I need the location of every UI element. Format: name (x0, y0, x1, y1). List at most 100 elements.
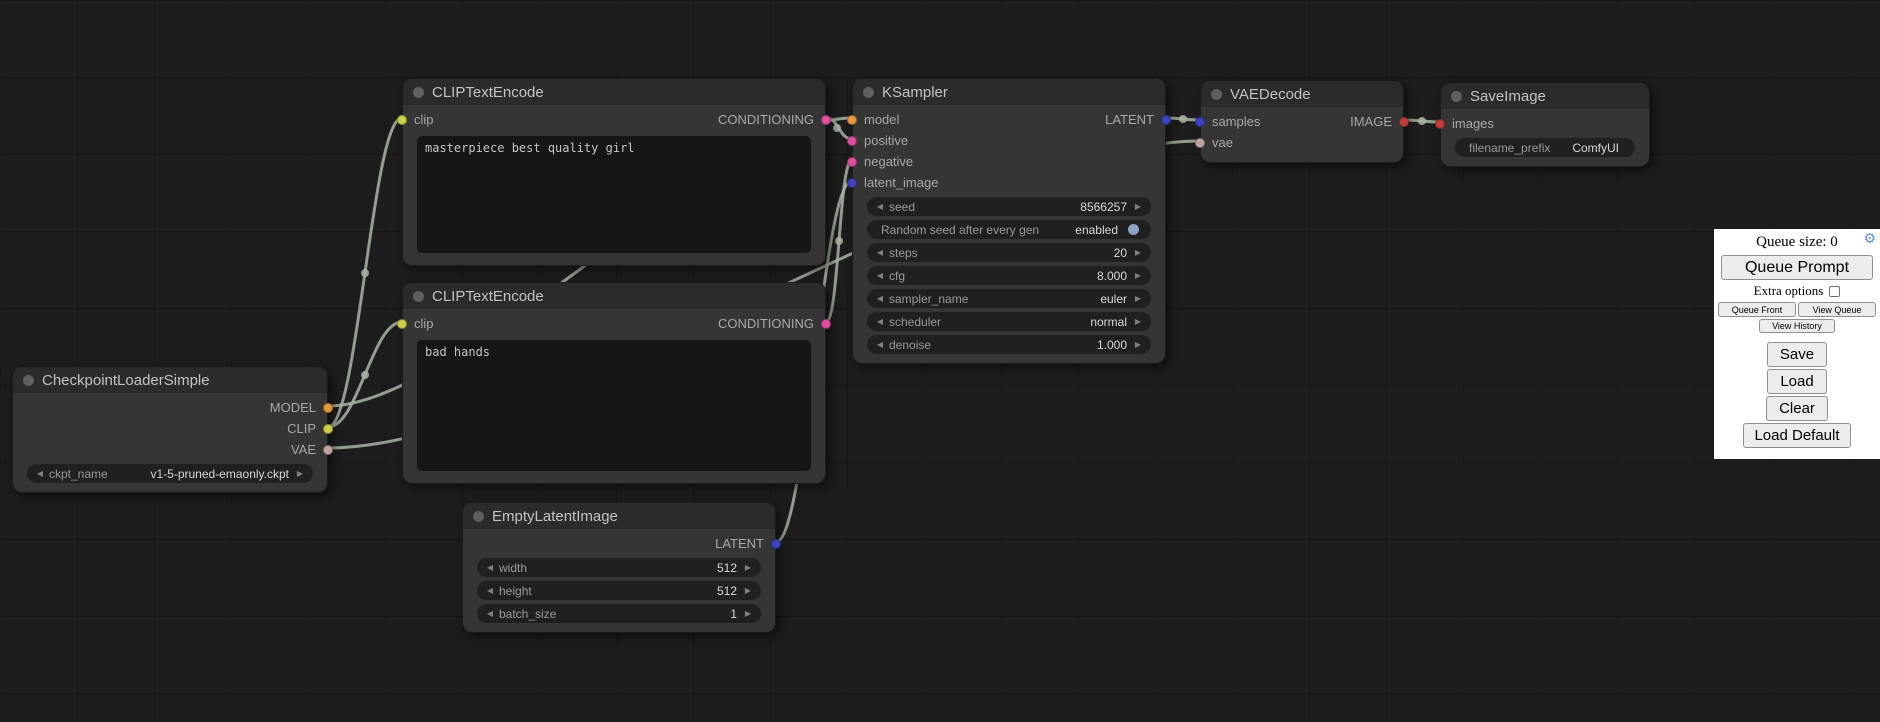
node-empty-latent-image[interactable]: EmptyLatentImage LATENT width 512 height… (462, 502, 776, 633)
node-checkpoint-loader[interactable]: CheckpointLoaderSimple MODEL CLIP VAE ck… (12, 366, 328, 493)
node-title: SaveImage (1470, 88, 1546, 105)
decrement-arrow-icon[interactable] (873, 335, 887, 354)
widget-scheduler[interactable]: scheduler normal (867, 312, 1151, 331)
output-port-conditioning[interactable] (821, 319, 831, 329)
decrement-arrow-icon[interactable] (873, 266, 887, 285)
increment-arrow-icon[interactable] (741, 581, 755, 600)
collapse-dot[interactable] (23, 375, 34, 386)
input-port-clip[interactable] (397, 319, 407, 329)
view-queue-button[interactable]: View Queue (1798, 302, 1876, 317)
clear-button[interactable]: Clear (1766, 396, 1828, 421)
widget-label: denoise (889, 338, 931, 352)
load-button[interactable]: Load (1767, 369, 1826, 394)
prompt-textarea[interactable]: bad hands (417, 340, 811, 471)
node-title-bar[interactable]: CLIPTextEncode (403, 283, 825, 309)
input-port-negative[interactable] (847, 157, 857, 167)
wire-clip-negative (328, 322, 402, 427)
widget-ckpt-name[interactable]: ckpt_name v1-5-pruned-emaonly.ckpt (27, 464, 313, 483)
wire-midpoint-dot (361, 371, 369, 379)
input-label-latent-image: latent_image (864, 175, 938, 190)
input-port-clip[interactable] (397, 115, 407, 125)
node-title-bar[interactable]: CLIPTextEncode (403, 79, 825, 105)
increment-arrow-icon[interactable] (741, 604, 755, 623)
widget-value: v1-5-pruned-emaonly.ckpt (150, 467, 289, 481)
decrement-arrow-icon[interactable] (483, 581, 497, 600)
decrement-arrow-icon[interactable] (873, 243, 887, 262)
collapse-dot[interactable] (473, 511, 484, 522)
graph-canvas[interactable]: CheckpointLoaderSimple MODEL CLIP VAE ck… (0, 0, 1880, 722)
widget-label: ckpt_name (49, 467, 108, 481)
widget-height[interactable]: height 512 (477, 581, 761, 600)
widget-steps[interactable]: steps 20 (867, 243, 1151, 262)
node-title-bar[interactable]: CheckpointLoaderSimple (13, 367, 327, 393)
input-port-latent-image[interactable] (847, 178, 857, 188)
increment-arrow-icon[interactable] (1131, 197, 1145, 216)
increment-arrow-icon[interactable] (1131, 312, 1145, 331)
toggle-on-indicator[interactable] (1128, 224, 1139, 235)
settings-gear-icon[interactable]: ⚙ (1863, 232, 1876, 248)
node-title-bar[interactable]: KSampler (853, 79, 1165, 105)
collapse-dot[interactable] (1451, 91, 1462, 102)
node-save-image[interactable]: SaveImage images filename_prefix ComfyUI (1440, 82, 1650, 167)
node-title-bar[interactable]: EmptyLatentImage (463, 503, 775, 529)
load-default-button[interactable]: Load Default (1743, 423, 1850, 448)
decrement-arrow-icon[interactable] (873, 289, 887, 308)
node-vae-decode[interactable]: VAEDecode samples vae IMAGE (1200, 80, 1404, 163)
collapse-dot[interactable] (413, 291, 424, 302)
input-port-model[interactable] (847, 115, 857, 125)
collapse-dot[interactable] (863, 87, 874, 98)
comfy-menu-panel: Queue size: 0 ⚙ Queue Prompt Extra optio… (1714, 229, 1880, 459)
queue-size-label: Queue size: 0 (1756, 234, 1838, 251)
node-title: KSampler (882, 84, 948, 101)
wire-midpoint-dot (835, 237, 843, 245)
increment-arrow-icon[interactable] (293, 464, 307, 483)
output-port-vae[interactable] (323, 445, 333, 455)
prompt-textarea[interactable]: masterpiece best quality girl (417, 136, 811, 253)
output-port-clip[interactable] (323, 424, 333, 434)
output-label-latent: LATENT (1105, 112, 1154, 127)
widget-sampler-name[interactable]: sampler_name euler (867, 289, 1151, 308)
node-ksampler[interactable]: KSampler model positive negative latent_… (852, 78, 1166, 364)
output-port-conditioning[interactable] (821, 115, 831, 125)
widget-seed[interactable]: seed 8566257 (867, 197, 1151, 216)
save-button[interactable]: Save (1767, 342, 1827, 367)
output-port-latent[interactable] (771, 539, 781, 549)
widget-width[interactable]: width 512 (477, 558, 761, 577)
increment-arrow-icon[interactable] (1131, 243, 1145, 262)
decrement-arrow-icon[interactable] (873, 197, 887, 216)
widget-cfg[interactable]: cfg 8.000 (867, 266, 1151, 285)
input-port-positive[interactable] (847, 136, 857, 146)
decrement-arrow-icon[interactable] (33, 464, 47, 483)
collapse-dot[interactable] (1211, 89, 1222, 100)
decrement-arrow-icon[interactable] (873, 312, 887, 331)
widget-filename-prefix[interactable]: filename_prefix ComfyUI (1455, 138, 1635, 157)
output-label-latent: LATENT (715, 536, 764, 551)
node-title-bar[interactable]: VAEDecode (1201, 81, 1403, 107)
widget-random-seed-toggle[interactable]: Random seed after every gen enabled (867, 220, 1151, 239)
increment-arrow-icon[interactable] (1131, 335, 1145, 354)
node-clip-text-encode-positive[interactable]: CLIPTextEncode clip CONDITIONING masterp… (402, 78, 826, 266)
increment-arrow-icon[interactable] (741, 558, 755, 577)
input-port-vae[interactable] (1195, 138, 1205, 148)
widget-batch-size[interactable]: batch_size 1 (477, 604, 761, 623)
output-port-image[interactable] (1399, 117, 1409, 127)
input-port-images[interactable] (1435, 119, 1445, 129)
output-port-model[interactable] (323, 403, 333, 413)
output-port-latent[interactable] (1161, 115, 1171, 125)
node-clip-text-encode-negative[interactable]: CLIPTextEncode clip CONDITIONING bad han… (402, 282, 826, 484)
view-history-button[interactable]: View History (1759, 319, 1835, 333)
increment-arrow-icon[interactable] (1131, 289, 1145, 308)
input-port-samples[interactable] (1195, 117, 1205, 127)
queue-front-button[interactable]: Queue Front (1718, 302, 1796, 317)
wire-midpoint-dot (1418, 117, 1426, 125)
widget-denoise[interactable]: denoise 1.000 (867, 335, 1151, 354)
input-label-model: model (864, 112, 899, 127)
decrement-arrow-icon[interactable] (483, 558, 497, 577)
decrement-arrow-icon[interactable] (483, 604, 497, 623)
queue-prompt-button[interactable]: Queue Prompt (1721, 255, 1873, 280)
node-title-bar[interactable]: SaveImage (1441, 83, 1649, 109)
output-label-image: IMAGE (1350, 114, 1392, 129)
extra-options-checkbox[interactable] (1829, 286, 1840, 297)
collapse-dot[interactable] (413, 87, 424, 98)
increment-arrow-icon[interactable] (1131, 266, 1145, 285)
